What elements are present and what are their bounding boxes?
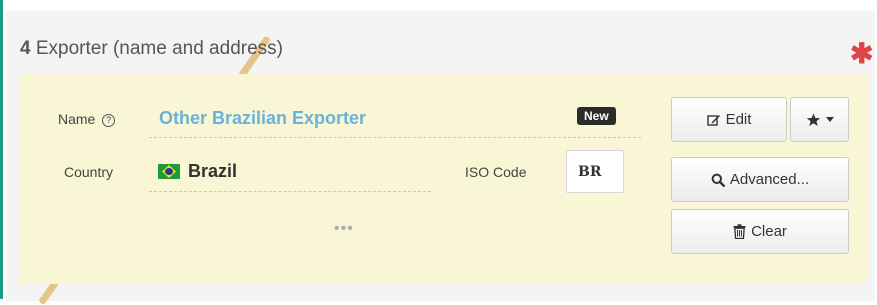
iso-code-field[interactable]: BR [566, 150, 624, 193]
help-icon[interactable]: ? [102, 114, 116, 127]
caret-down-icon [825, 117, 834, 122]
search-icon [711, 173, 725, 187]
country-field-underline [149, 191, 431, 192]
brazil-flag-icon [158, 164, 180, 179]
name-field-underline [149, 137, 641, 138]
clear-button-label: Clear [751, 223, 787, 240]
trash-icon [733, 224, 746, 239]
name-label: Name ? [58, 111, 116, 127]
clear-button[interactable]: Clear [671, 209, 849, 254]
star-icon [806, 113, 820, 126]
advanced-button[interactable]: Advanced... [671, 157, 849, 202]
more-options-icon[interactable]: ••• [334, 220, 354, 238]
required-asterisk-icon: ✱ [850, 38, 874, 69]
edit-button-label: Edit [725, 111, 752, 128]
section-number: 4 [20, 38, 31, 59]
flag-globe [165, 168, 173, 175]
exporter-name-link[interactable]: Other Brazilian Exporter [159, 108, 366, 129]
advanced-button-label: Advanced... [729, 171, 810, 188]
edit-icon [706, 114, 720, 126]
new-badge: New [577, 107, 616, 125]
favorites-dropdown-button[interactable] [790, 97, 849, 142]
section-title: 4 Exporter (name and address) [20, 38, 283, 60]
page-left-accent [0, 0, 3, 299]
section-title-text: Exporter (name and address) [35, 38, 283, 59]
iso-code-label: ISO Code [465, 164, 527, 180]
edit-button[interactable]: Edit [671, 97, 787, 142]
country-value: Brazil [188, 161, 238, 181]
country-label: Country [64, 164, 114, 180]
name-label-text: Name [58, 111, 96, 127]
